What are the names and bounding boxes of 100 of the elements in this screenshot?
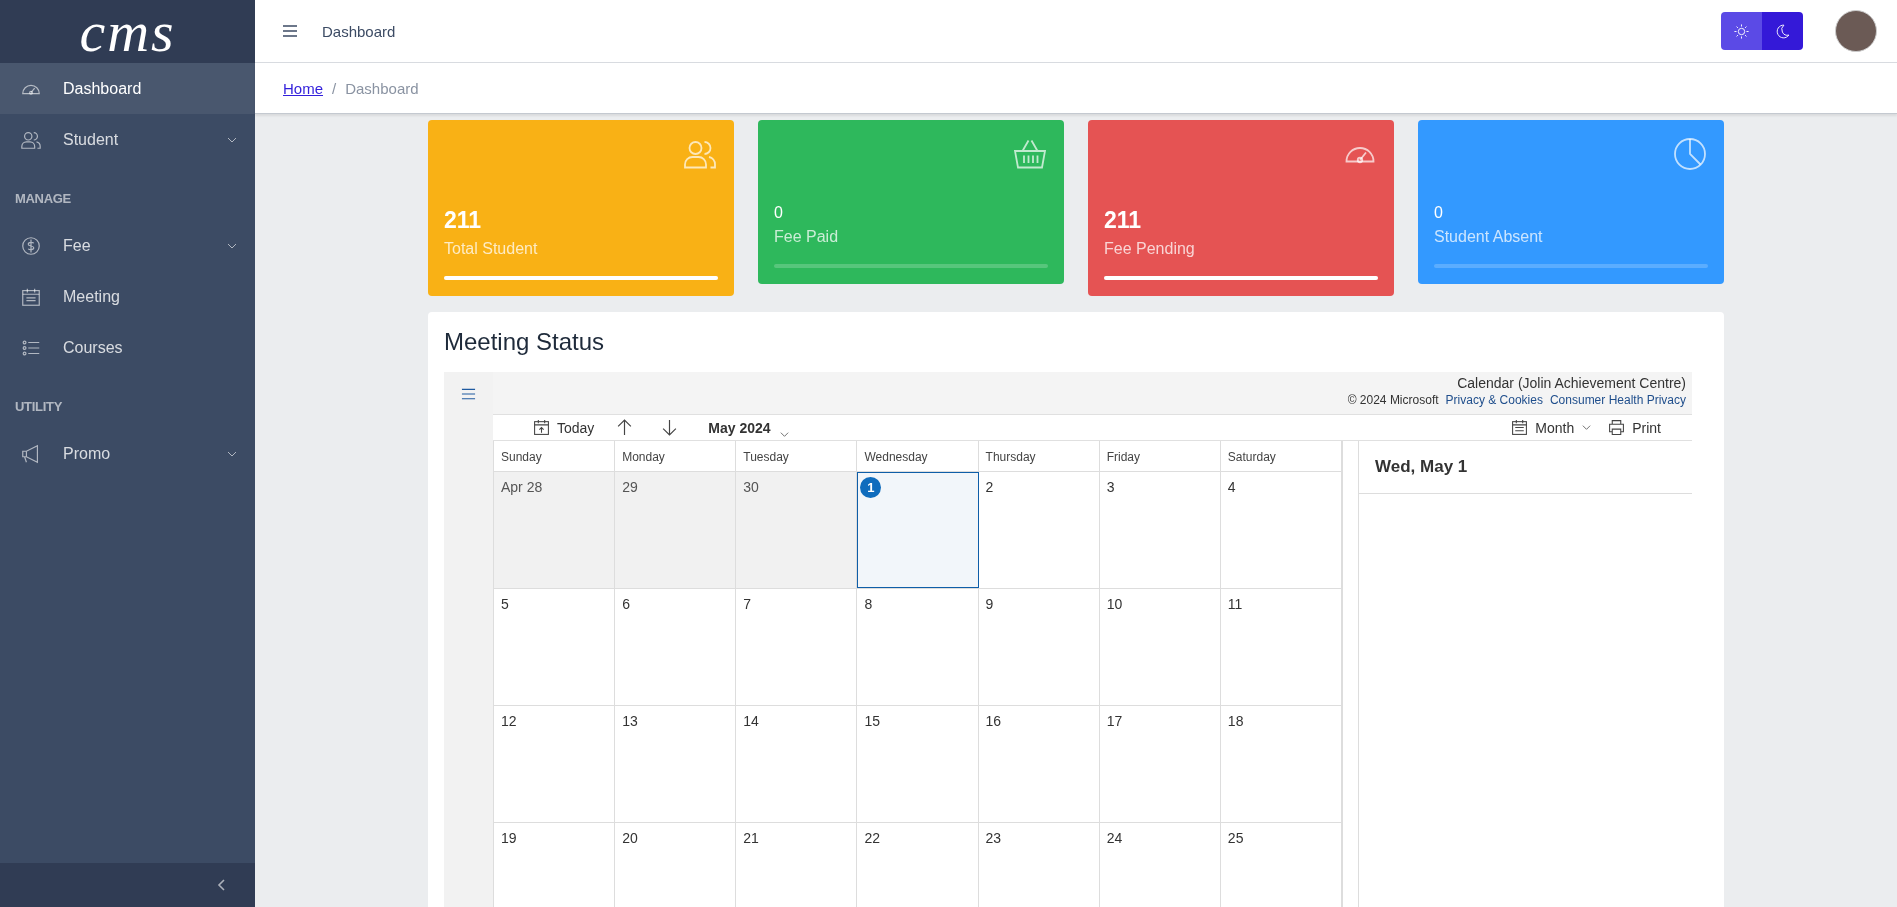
day-cell[interactable]: 9 [978,589,1100,705]
calendar-icon [1511,419,1529,436]
day-number: 9 [985,596,994,612]
stat-label: Fee Pending [1104,240,1196,258]
arrow-down-icon[interactable] [661,419,679,436]
nav-item[interactable]: Dashboard [0,63,255,114]
footer-link[interactable]: Consumer Health Privacy [1549,393,1686,407]
day-cell[interactable]: 18 [1220,706,1342,822]
day-number: 8 [864,596,873,612]
day-number: 22 [864,830,880,846]
stat-value: 211 [444,207,483,234]
day-cell[interactable]: 4 [1220,472,1342,588]
day-cell[interactable]: 17 [1099,706,1221,822]
dark-mode-button[interactable] [1762,12,1803,50]
day-cell[interactable]: 7 [736,589,858,705]
weekday-header: Thursday [978,441,1100,471]
breadcrumb-separator: / [332,79,337,97]
card-title: Meeting Status [444,328,606,356]
agenda-date: Wed, May 1 [1359,441,1692,494]
day-cell[interactable]: 1 [857,472,979,588]
menu-icon[interactable] [461,388,476,400]
chevron-down-icon[interactable] [778,429,790,440]
day-number: 3 [1106,479,1115,495]
day-number: 11 [1227,596,1243,612]
day-number: 1 [860,477,882,498]
day-number: 5 [501,596,509,612]
day-cell[interactable]: 5 [494,589,616,705]
day-cell[interactable]: 20 [615,823,737,907]
weekday-header: Monday [615,441,737,471]
copyright-text: © 2024 Microsoft [1347,393,1439,407]
menu-icon[interactable] [282,24,298,38]
page-title[interactable]: Dashboard [322,22,396,40]
stat-label: Total Student [444,240,539,258]
day-cell[interactable]: 6 [615,589,737,705]
day-cell[interactable]: 25 [1220,823,1342,907]
nav-section-heading: UTILITY [14,398,63,416]
day-number: 4 [1227,479,1236,495]
day-cell[interactable]: 13 [615,706,737,822]
day-cell[interactable]: 29 [615,472,737,588]
footer-link[interactable]: Privacy & Cookies [1445,393,1543,407]
avatar[interactable] [1835,10,1877,52]
day-number: 14 [743,713,759,729]
day-cell[interactable]: 3 [1099,472,1221,588]
day-number: 21 [743,830,759,846]
today-button[interactable]: Today [525,415,603,440]
nav-item[interactable]: Promo [0,428,255,479]
day-cell[interactable]: 14 [736,706,858,822]
sun-icon [1733,22,1750,40]
nav-item[interactable]: Meeting [0,271,255,322]
day-cell[interactable]: 8 [857,589,979,705]
day-cell[interactable]: 24 [1099,823,1221,907]
day-cell[interactable]: 10 [1099,589,1221,705]
day-number: 20 [622,830,638,846]
day-cell[interactable]: Apr 28 [494,472,616,588]
stat-value: 0 [774,204,784,222]
day-number: 7 [743,596,752,612]
day-number: 16 [985,713,1002,729]
light-mode-button[interactable] [1721,12,1762,50]
day-number: 15 [864,713,880,729]
month-picker[interactable]: May 2024 [700,415,779,440]
weekday-header: Wednesday [857,441,979,471]
day-number: 2 [985,479,994,495]
stat-value: 0 [1434,204,1444,222]
day-cell[interactable]: 12 [494,706,616,822]
day-cell[interactable]: 2 [978,472,1100,588]
day-cell[interactable]: 30 [736,472,858,588]
nav-item[interactable]: Fee [0,220,255,271]
day-cell[interactable]: 23 [978,823,1100,907]
day-number: 23 [985,830,1002,846]
day-number: 29 [622,479,638,495]
view-dropdown[interactable]: Month [1503,415,1601,440]
nav-item[interactable]: Student [0,114,255,165]
stat-value: 211 [1104,207,1143,234]
day-cell[interactable]: 21 [736,823,858,907]
printer-icon [1608,419,1626,436]
day-number: 18 [1227,713,1244,729]
pie-icon [1672,136,1708,172]
weekday-header: Friday [1099,441,1221,471]
calendar-icon [533,419,550,436]
logo[interactable]: cms [79,1,176,62]
day-number: 10 [1106,596,1123,612]
breadcrumb-link[interactable]: Home [283,79,323,97]
day-cell[interactable]: 15 [857,706,979,822]
arrow-up-icon[interactable] [616,419,634,436]
day-cell[interactable]: 16 [978,706,1100,822]
weekday-header: Sunday [494,441,616,471]
weekday-header: Saturday [1220,441,1342,471]
day-number: 24 [1106,830,1123,846]
day-cell[interactable]: 19 [494,823,616,907]
day-number: 13 [622,713,638,729]
nav-item[interactable]: Courses [0,322,255,373]
print-button[interactable]: Print [1600,415,1669,440]
breadcrumb-current: Dashboard [345,79,419,97]
day-cell[interactable]: 22 [857,823,979,907]
day-number: 12 [501,713,517,729]
day-cell[interactable]: 11 [1220,589,1342,705]
day-number: 6 [622,596,630,612]
collapse-icon[interactable] [216,878,228,892]
calendar-name: Calendar (Jolin Achievement Centre) [1456,375,1686,391]
day-number: 17 [1106,713,1123,729]
